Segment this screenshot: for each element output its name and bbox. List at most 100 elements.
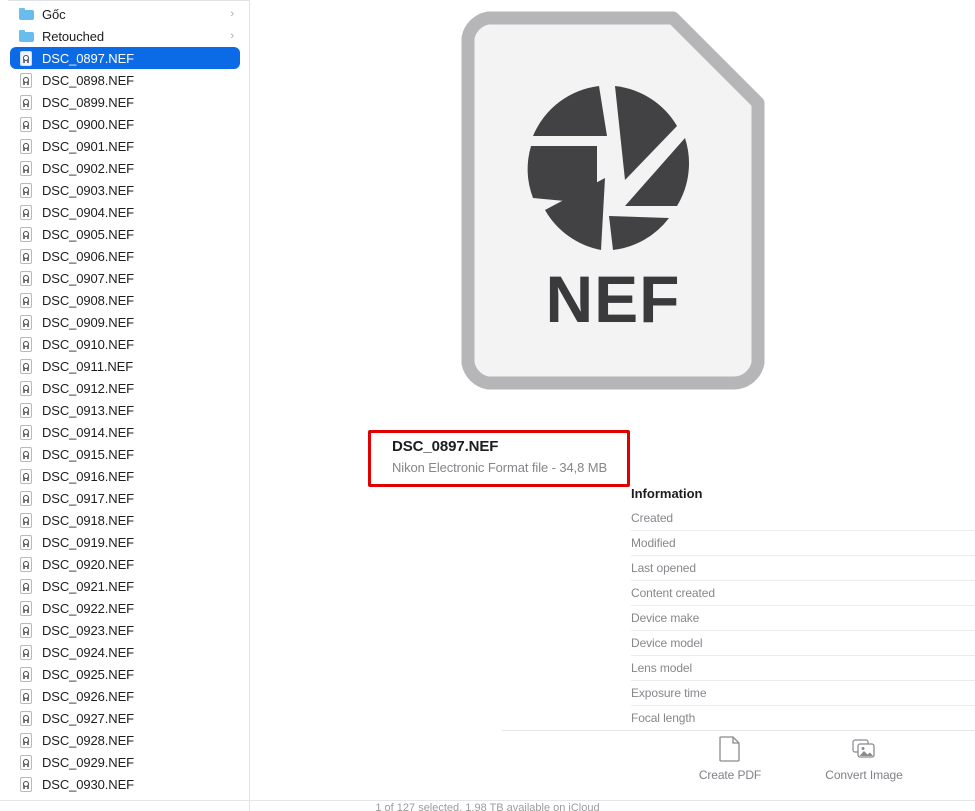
information-row-key: Exposure time [631,686,707,700]
file-list-item-label: Gốc [42,6,66,22]
file-row[interactable]: DSC_0915.NEF [10,443,240,465]
folder-icon [18,28,34,44]
file-list-item-label: DSC_0927.NEF [42,710,135,726]
information-row: Content createdSunday, 15 October 2023 a… [631,581,975,606]
nef-file-icon-small [18,116,34,132]
file-row[interactable]: DSC_0910.NEF [10,333,240,355]
nef-file-icon-small [18,226,34,242]
file-row[interactable]: DSC_0927.NEF [10,707,240,729]
information-row-key: Last opened [631,561,696,575]
file-list-item-label: DSC_0920.NEF [42,556,135,572]
action-more-button[interactable]: More... [953,736,975,782]
information-row-key: Content created [631,586,715,600]
file-list-item-label: Retouched [42,28,104,44]
information-row-key: Focal length [631,711,696,725]
nef-file-icon-small [18,578,34,594]
file-row[interactable]: DSC_0926.NEF [10,685,240,707]
file-list-item-label: DSC_0897.NEF [42,50,135,66]
file-list-item-label: DSC_0922.NEF [42,600,135,616]
action-create-pdf-button[interactable]: Create PDF [685,736,775,782]
nef-file-icon-small [18,94,34,110]
file-row[interactable]: DSC_0901.NEF [10,135,240,157]
file-row[interactable]: DSC_0912.NEF [10,377,240,399]
file-list[interactable]: Gốc › Retouched › DSC_0897.NEF DSC_0898.NEF DS… [0,3,249,795]
nef-file-icon-small [18,512,34,528]
file-row[interactable]: DSC_0917.NEF [10,487,240,509]
file-row[interactable]: DSC_0928.NEF [10,729,240,751]
nef-file-icon-small [18,270,34,286]
file-row[interactable]: DSC_0923.NEF [10,619,240,641]
nef-file-icon-small [18,380,34,396]
file-row[interactable]: DSC_0897.NEF [10,47,240,69]
file-list-item-label: DSC_0910.NEF [42,336,135,352]
file-list-item-label: DSC_0898.NEF [42,72,135,88]
nef-file-icon-small [18,666,34,682]
file-row[interactable]: DSC_0916.NEF [10,465,240,487]
file-list-item-label: DSC_0916.NEF [42,468,135,484]
file-row[interactable]: DSC_0905.NEF [10,223,240,245]
information-header: Information Show Less [631,486,975,501]
file-list-item-label: DSC_0919.NEF [42,534,135,550]
action-convert-image-button[interactable]: Convert Image [819,736,909,782]
file-list-item-label: DSC_0901.NEF [42,138,135,154]
file-subtitle: Nikon Electronic Format file - 34,8 MB [392,460,608,475]
file-preview[interactable]: NEF [251,4,975,396]
file-row[interactable]: DSC_0913.NEF [10,399,240,421]
file-list-item-label: DSC_0905.NEF [42,226,135,242]
nef-file-icon-small [18,50,34,66]
nef-file-icon-small [18,776,34,792]
file-row[interactable]: DSC_0918.NEF [10,509,240,531]
file-row[interactable]: DSC_0902.NEF [10,157,240,179]
file-list-sidebar[interactable]: Gốc › Retouched › DSC_0897.NEF DSC_0898.NEF DS… [0,0,250,811]
file-list-item-label: DSC_0925.NEF [42,666,135,682]
file-row[interactable]: DSC_0920.NEF [10,553,240,575]
file-row[interactable]: DSC_0900.NEF [10,113,240,135]
file-row[interactable]: DSC_0925.NEF [10,663,240,685]
information-row: ModifiedSunday, 15 October 2023 at 14:53 [631,531,975,556]
file-row[interactable]: DSC_0903.NEF [10,179,240,201]
nef-file-icon-small [18,182,34,198]
status-bar: 1 of 127 selected, 1.98 TB available on … [0,800,975,811]
file-list-item-label: DSC_0926.NEF [42,688,135,704]
nef-file-icon-small [18,468,34,484]
information-row: Device modelNIKON Z 8 [631,631,975,656]
file-title: DSC_0897.NEF [392,438,499,455]
finder-window: Gốc › Retouched › DSC_0897.NEF DSC_0898.NEF DS… [0,0,975,811]
file-list-item-label: DSC_0923.NEF [42,622,135,638]
file-row[interactable]: DSC_0924.NEF [10,641,240,663]
file-list-item-label: DSC_0904.NEF [42,204,135,220]
information-table: CreatedSunday, 15 October 2023 at 14:53M… [631,506,975,731]
chevron-right-icon[interactable]: › [230,8,234,20]
file-row[interactable]: DSC_0904.NEF [10,201,240,223]
chevron-right-icon[interactable]: › [230,30,234,42]
information-row-key: Device model [631,636,703,650]
information-row: Last opened-- [631,556,975,581]
nef-file-icon-small [18,534,34,550]
file-row[interactable]: DSC_0906.NEF [10,245,240,267]
information-row-key: Modified [631,536,676,550]
file-row[interactable]: DSC_0898.NEF [10,69,240,91]
file-row[interactable]: DSC_0907.NEF [10,267,240,289]
file-list-item-label: DSC_0906.NEF [42,248,135,264]
file-list-item-label: DSC_0915.NEF [42,446,135,462]
file-row[interactable]: DSC_0908.NEF [10,289,240,311]
folder-row[interactable]: Retouched › [10,25,240,47]
folder-row[interactable]: Gốc › [10,3,240,25]
file-row[interactable]: DSC_0911.NEF [10,355,240,377]
file-row[interactable]: DSC_0919.NEF [10,531,240,553]
file-row[interactable]: DSC_0930.NEF [10,773,240,795]
file-list-item-label: DSC_0911.NEF [42,358,134,374]
file-row[interactable]: DSC_0909.NEF [10,311,240,333]
nef-file-icon-small [18,688,34,704]
information-heading: Information [631,486,703,501]
file-row[interactable]: DSC_0929.NEF [10,751,240,773]
file-row[interactable]: DSC_0899.NEF [10,91,240,113]
status-bar-text: 1 of 127 selected, 1.98 TB available on … [375,802,600,811]
file-row[interactable]: DSC_0921.NEF [10,575,240,597]
file-list-item-label: DSC_0902.NEF [42,160,135,176]
file-header: DSC_0897.NEF Nikon Electronic Format fil… [380,430,953,475]
action-bar[interactable]: Create PDF Convert Image More... [502,736,975,782]
file-list-item-label: DSC_0913.NEF [42,402,135,418]
file-row[interactable]: DSC_0914.NEF [10,421,240,443]
file-row[interactable]: DSC_0922.NEF [10,597,240,619]
